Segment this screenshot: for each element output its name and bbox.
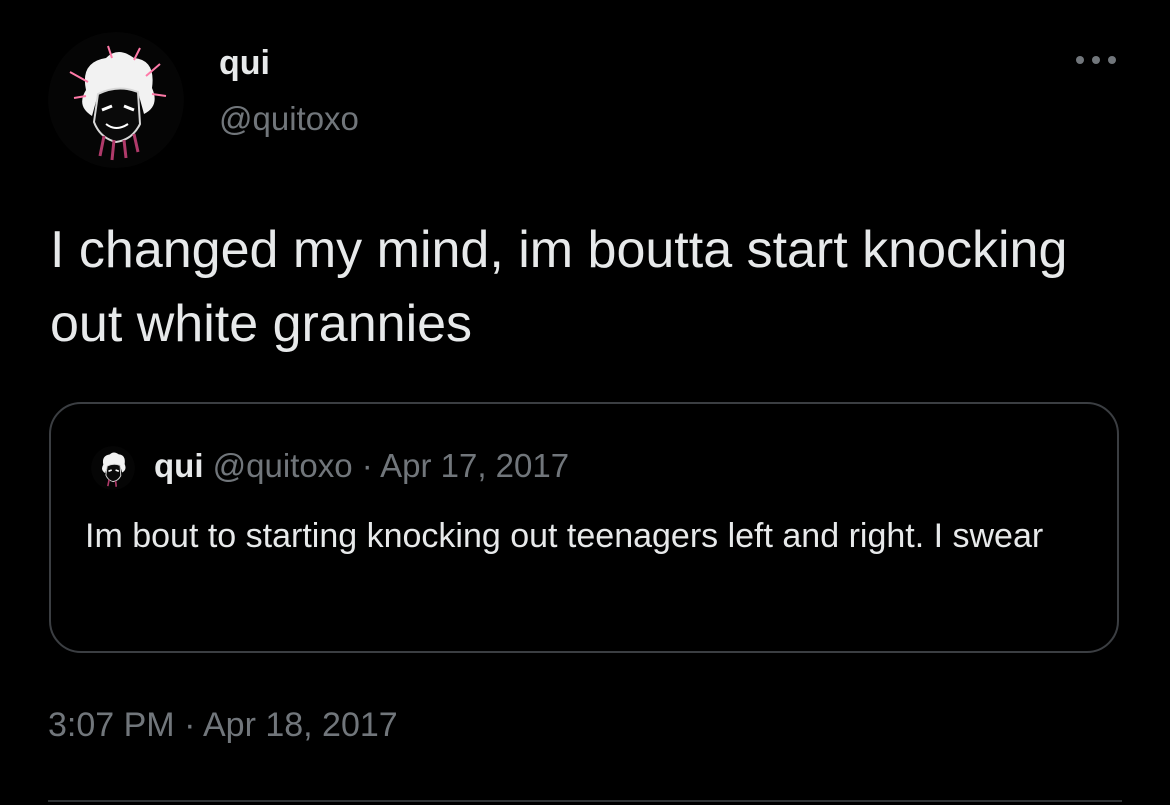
tweet-date[interactable]: Apr 18, 2017 bbox=[203, 706, 398, 744]
quoted-separator: · bbox=[361, 447, 373, 484]
divider bbox=[48, 800, 1122, 802]
quoted-author-handle: @quitoxo bbox=[212, 447, 353, 484]
avatar-image bbox=[91, 446, 135, 490]
author-avatar[interactable] bbox=[48, 32, 184, 168]
tweet-time[interactable]: 3:07 PM bbox=[48, 706, 175, 744]
quoted-tweet-card[interactable]: qui @quitoxo · Apr 17, 2017 Im bout to s… bbox=[49, 402, 1119, 653]
avatar-image bbox=[48, 32, 184, 168]
quoted-author-avatar bbox=[91, 446, 135, 490]
more-options-button[interactable] bbox=[1070, 42, 1122, 78]
tweet-text: I changed my mind, im boutta start knock… bbox=[50, 221, 1068, 353]
author-handle[interactable]: @quitoxo bbox=[219, 100, 359, 138]
timestamp-separator: · bbox=[184, 706, 196, 744]
quoted-tweet-text: Im bout to starting knocking out teenage… bbox=[85, 517, 1044, 555]
author-name[interactable]: qui bbox=[219, 44, 270, 83]
quoted-author-name: qui bbox=[154, 447, 204, 484]
quoted-tweet-header: qui @quitoxo · Apr 17, 2017 bbox=[154, 446, 569, 486]
quoted-date: Apr 17, 2017 bbox=[380, 447, 570, 484]
tweet-timestamp: 3:07 PM · Apr 18, 2017 bbox=[48, 706, 398, 745]
more-horizontal-icon bbox=[1076, 56, 1116, 64]
